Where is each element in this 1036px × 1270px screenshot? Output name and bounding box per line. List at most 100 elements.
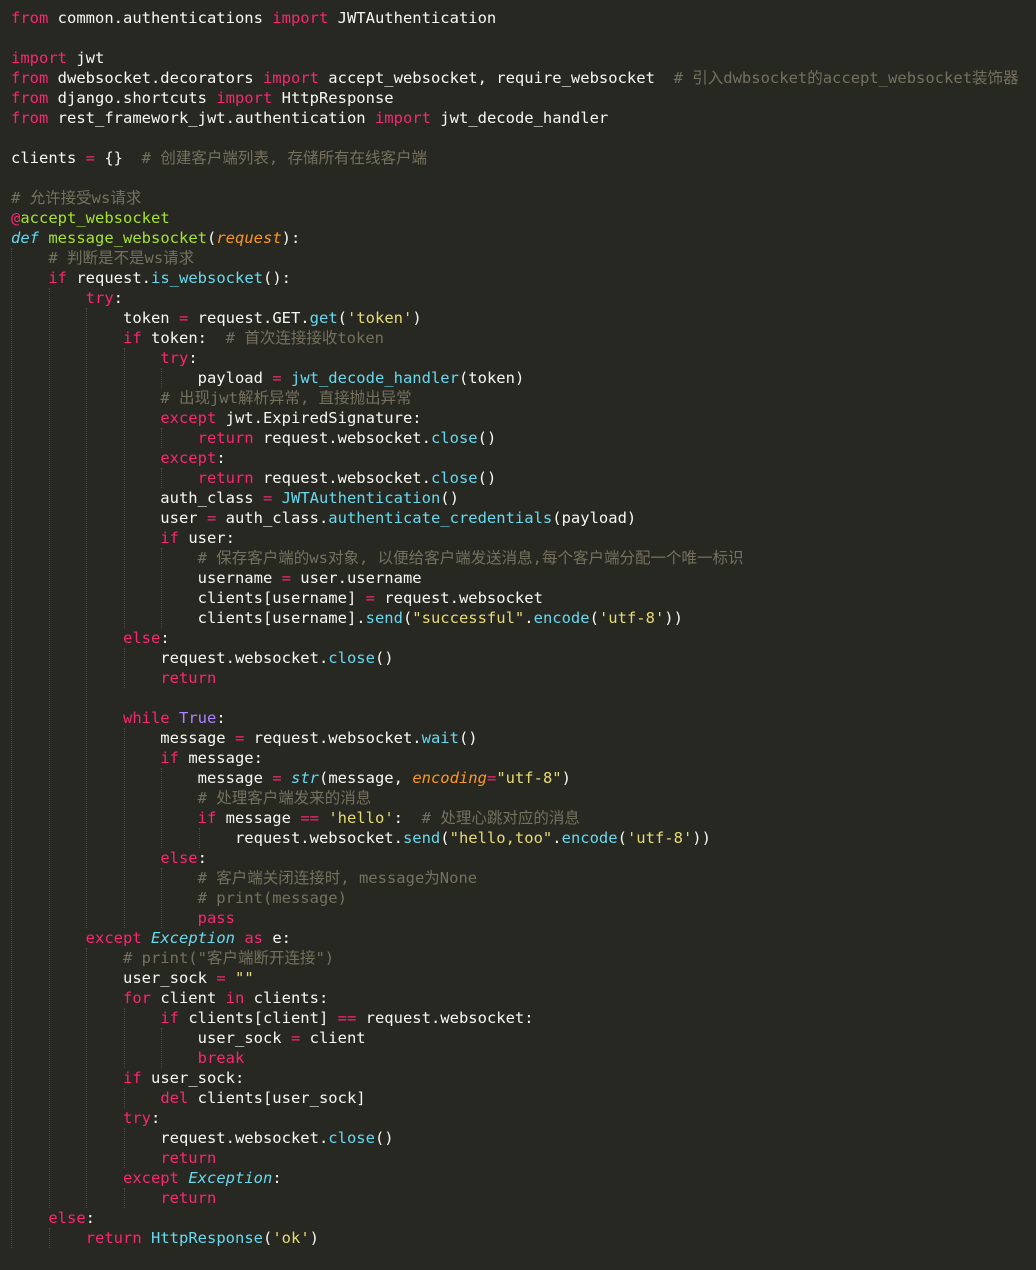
code-token: encoding (412, 769, 487, 787)
code-line[interactable]: try: (11, 1108, 160, 1128)
code-line[interactable]: # 出现jwt解析异常, 直接抛出异常 (11, 388, 411, 408)
code-token: client (150, 989, 226, 1007)
code-line[interactable]: clients = {} # 创建客户端列表, 存储所有在线客户端 (11, 148, 427, 168)
code-line[interactable]: return (11, 1148, 216, 1168)
code-line[interactable]: else: (11, 848, 207, 868)
code-line[interactable]: except Exception as e: (11, 928, 291, 948)
code-line[interactable]: user_sock = client (11, 1028, 366, 1048)
code-line[interactable]: # 保存客户端的ws对象, 以便给客户端发送消息,每个客户端分配一个唯一标识 (11, 548, 744, 568)
code-line[interactable]: if message: (11, 748, 263, 768)
code-line[interactable]: if request.is_websocket(): (11, 268, 291, 288)
code-line[interactable]: if user_sock: (11, 1068, 244, 1088)
code-line[interactable]: # 判断是不是ws请求 (11, 248, 194, 268)
code-line[interactable]: # 处理客户端发来的消息 (11, 788, 372, 808)
code-line[interactable]: if message == 'hello': # 处理心跳对应的消息 (11, 808, 580, 828)
code-line[interactable]: # print(message) (11, 888, 347, 908)
code-token: str (290, 769, 319, 787)
code-line[interactable]: except: (11, 448, 225, 468)
code-line[interactable]: try: (11, 288, 123, 308)
code-line[interactable]: user_sock = "" (11, 968, 254, 988)
code-line[interactable]: except jwt.ExpiredSignature: (11, 408, 421, 428)
code-token: # 判断是不是ws请求 (48, 249, 195, 267)
code-line[interactable]: try: (11, 348, 197, 368)
code-token: ( (206, 229, 217, 247)
code-token: def (11, 229, 39, 247)
code-token: clients (11, 149, 86, 167)
code-line[interactable]: return (11, 1188, 216, 1208)
code-token: () (477, 469, 497, 487)
code-token: ( (589, 609, 599, 627)
code-token: if (197, 809, 217, 827)
code-line[interactable]: import jwt (11, 48, 104, 68)
code-line[interactable]: user = auth_class.authenticate_credentia… (11, 508, 636, 528)
code-token: (token) (458, 369, 525, 387)
code-line[interactable]: username = user.username (11, 568, 422, 588)
code-line[interactable]: auth_class = JWTAuthentication() (11, 488, 459, 508)
code-line[interactable]: return request.websocket.close() (11, 468, 497, 488)
code-token: import (262, 69, 319, 87)
code-line[interactable]: if clients[client] == request.websocket: (11, 1008, 533, 1028)
code-line[interactable]: clients[username] = request.websocket (11, 588, 543, 608)
code-token: close (328, 649, 375, 667)
code-line[interactable]: request.websocket.close() (11, 1128, 393, 1148)
code-line[interactable]: def message_websocket(request): (11, 228, 300, 248)
code-line[interactable]: clients[username].send("successful".enco… (11, 608, 683, 628)
code-line[interactable]: request.websocket.send("hello,too".encod… (11, 828, 711, 848)
code-line[interactable]: @accept_websocket (11, 208, 170, 228)
code-token: clients[client] (178, 1009, 338, 1027)
code-line[interactable]: while True: (11, 708, 226, 728)
code-line[interactable]: payload = jwt_decode_handler(token) (11, 368, 525, 388)
code-token: )) (664, 609, 683, 627)
code-line[interactable]: message = request.websocket.wait() (11, 728, 477, 748)
code-line[interactable]: return (11, 668, 216, 688)
code-token: user: (178, 529, 235, 547)
code-line[interactable]: request.websocket.close() (11, 648, 393, 668)
code-token: except (85, 929, 142, 947)
code-token: close (430, 429, 478, 447)
code-line[interactable]: # print("客户端断开连接") (11, 948, 334, 968)
code-token: if (160, 529, 179, 547)
code-line[interactable]: from django.shortcuts import HttpRespons… (11, 88, 394, 108)
code-token: except (160, 409, 217, 427)
code-editor[interactable]: from common.authentications import JWTAu… (0, 0, 1036, 1270)
code-line[interactable]: return HttpResponse('ok') (11, 1228, 319, 1248)
code-line[interactable]: if user: (11, 528, 235, 548)
code-line[interactable]: pass (11, 908, 235, 928)
code-line[interactable]: except Exception: (11, 1168, 282, 1188)
code-line[interactable]: # 允许接受ws请求 (11, 188, 141, 208)
code-token: get (309, 309, 338, 327)
code-token: clients: (244, 989, 329, 1007)
code-line[interactable]: for client in clients: (11, 988, 328, 1008)
code-token: import (374, 109, 431, 127)
code-line[interactable]: del clients[user_sock] (11, 1088, 365, 1108)
code-line[interactable]: # 客户端关闭连接时, message为None (11, 868, 477, 888)
code-line[interactable]: return request.websocket.close() (11, 428, 497, 448)
code-line[interactable]: else: (11, 1208, 95, 1228)
code-line[interactable]: from rest_framework_jwt.authentication i… (11, 108, 608, 128)
code-token: return (197, 429, 254, 447)
code-token: from (11, 109, 49, 127)
code-line[interactable]: break (11, 1048, 245, 1068)
code-token: Exception (188, 1169, 273, 1187)
code-token: django.shortcuts (48, 89, 217, 107)
code-token: @ (11, 209, 21, 227)
code-line[interactable]: token = request.GET.get('token') (11, 308, 422, 328)
code-line[interactable]: from common.authentications import JWTAu… (11, 8, 496, 28)
code-token: if (48, 269, 67, 287)
code-line[interactable]: message = str(message, encoding="utf-8") (11, 768, 571, 788)
code-token: while (122, 709, 170, 727)
code-line[interactable]: else: (11, 628, 170, 648)
code-line[interactable]: if token: # 首次连接接收token (11, 328, 384, 348)
code-line[interactable]: from dwebsocket.decorators import accept… (11, 68, 1019, 88)
